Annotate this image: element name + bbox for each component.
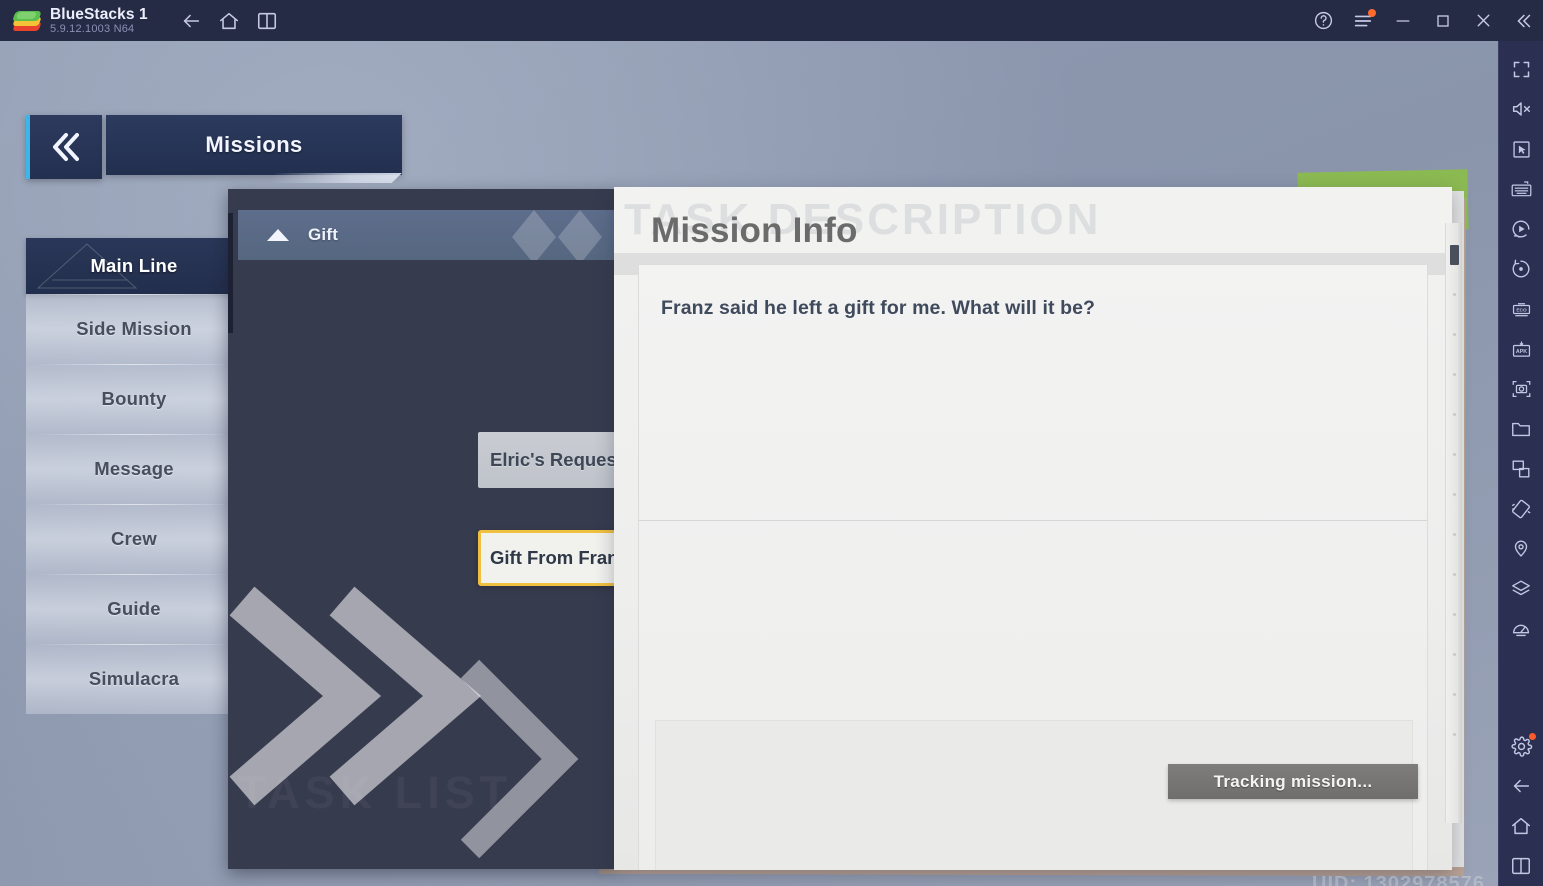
mission-description: Franz said he left a gift for me. What w… [661,297,1096,319]
bluestacks-logo-icon [12,8,42,34]
svg-text:APK: APK [1515,348,1526,354]
task-group-label: Gift [308,225,339,244]
clip-icon [1450,245,1459,265]
menu-item-main-line[interactable]: Main Line [26,238,242,294]
user-id-label: UID: 1302978576 [1312,873,1485,886]
diamond-decoration-icon [512,210,602,260]
menu-item-guide[interactable]: Guide [26,574,242,644]
menu-item-side-mission[interactable]: Side Mission [26,294,242,364]
game-viewport[interactable]: Missions Main Line Side Mission Bounty M… [0,41,1498,886]
divider [639,520,1427,521]
menu-icon[interactable] [1343,0,1383,41]
menu-item-label: Guide [107,598,161,619]
svg-text:ECO: ECO [1516,307,1527,313]
page-title-label: Missions [205,132,303,157]
performance-icon[interactable] [1499,609,1543,649]
title-bar: BlueStacks 1 5.9.12.1003 N64 [0,0,1543,41]
app-version: 5.9.12.1003 N64 [50,22,135,35]
android-recents-icon[interactable] [1499,846,1543,886]
shake-icon[interactable] [1499,489,1543,529]
menu-item-crew[interactable]: Crew [26,504,242,574]
location-icon[interactable] [1499,529,1543,569]
menu-notification-dot [1368,9,1376,17]
panel-edge [228,213,233,333]
bluestacks-window: BlueStacks 1 5.9.12.1003 N64 Missions Ma… [0,0,1543,886]
macro-recorder-icon[interactable] [1499,209,1543,249]
mission-info-title: Mission Info [651,211,858,250]
task-list-watermark: TASK LIST [238,767,512,819]
menu-item-label: Bounty [101,388,167,409]
menu-item-message[interactable]: Message [26,434,242,504]
menu-item-label: Simulacra [88,668,180,689]
minimize-icon[interactable] [1383,0,1423,41]
double-chevron-left-icon [53,133,79,161]
settings-notification-dot [1528,733,1536,740]
menu-item-label: Main Line [90,255,178,276]
app-title: BlueStacks 1 [50,5,148,23]
maximize-icon[interactable] [1423,0,1463,41]
window-controls [1303,0,1543,41]
menu-item-label: Message [94,458,174,479]
menu-item-label: Side Mission [76,318,192,339]
android-home-icon[interactable] [1499,806,1543,846]
menu-item-label: Crew [110,528,158,549]
menu-item-simulacra[interactable]: Simulacra [26,644,242,714]
tracking-mission-label: Tracking mission... [1213,771,1373,791]
task-label: Gift From Franz [490,547,616,568]
task-row[interactable]: Gift From Franz [478,530,616,586]
page-title: Missions [106,115,402,175]
chevron-watermark-icon [460,659,579,859]
home-icon[interactable] [210,0,248,41]
eco-mode-icon[interactable]: ECO [1499,289,1543,329]
bluestacks-sidebar: ECO APK [1498,41,1543,886]
back-button[interactable] [26,115,102,179]
pip-mode-icon[interactable] [1499,449,1543,489]
close-icon[interactable] [1463,0,1503,41]
task-list-panel: TASK LIST Gift Elric's Request [228,189,616,869]
collapse-icon[interactable] [1503,0,1543,41]
back-icon[interactable] [172,0,210,41]
triangle-up-icon[interactable] [266,228,290,242]
notebook-edge-decoration [1445,223,1462,823]
help-icon[interactable] [1303,0,1343,41]
mute-icon[interactable] [1499,89,1543,129]
menu-item-bounty[interactable]: Bounty [26,364,242,434]
app-identity: BlueStacks 1 5.9.12.1003 N64 [50,6,148,36]
install-apk-icon[interactable]: APK [1499,329,1543,369]
cursor-icon[interactable] [1499,129,1543,169]
tracking-mission-button[interactable]: Tracking mission... [1168,764,1418,799]
task-label: Elric's Request [490,449,616,470]
android-back-icon[interactable] [1499,766,1543,806]
task-row[interactable]: Elric's Request [478,432,616,488]
task-group-header[interactable]: Gift [238,210,616,260]
mission-category-menu: Main Line Side Mission Bounty Message Cr… [26,238,242,714]
keyboard-controls-icon[interactable] [1499,169,1543,209]
screenshot-icon[interactable] [1499,369,1543,409]
multi-instance-icon[interactable] [248,0,286,41]
settings-gear-icon[interactable] [1499,726,1543,766]
media-folder-icon[interactable] [1499,409,1543,449]
fullscreen-icon[interactable] [1499,49,1543,89]
rotate-icon[interactable] [1499,249,1543,289]
layers-icon[interactable] [1499,569,1543,609]
